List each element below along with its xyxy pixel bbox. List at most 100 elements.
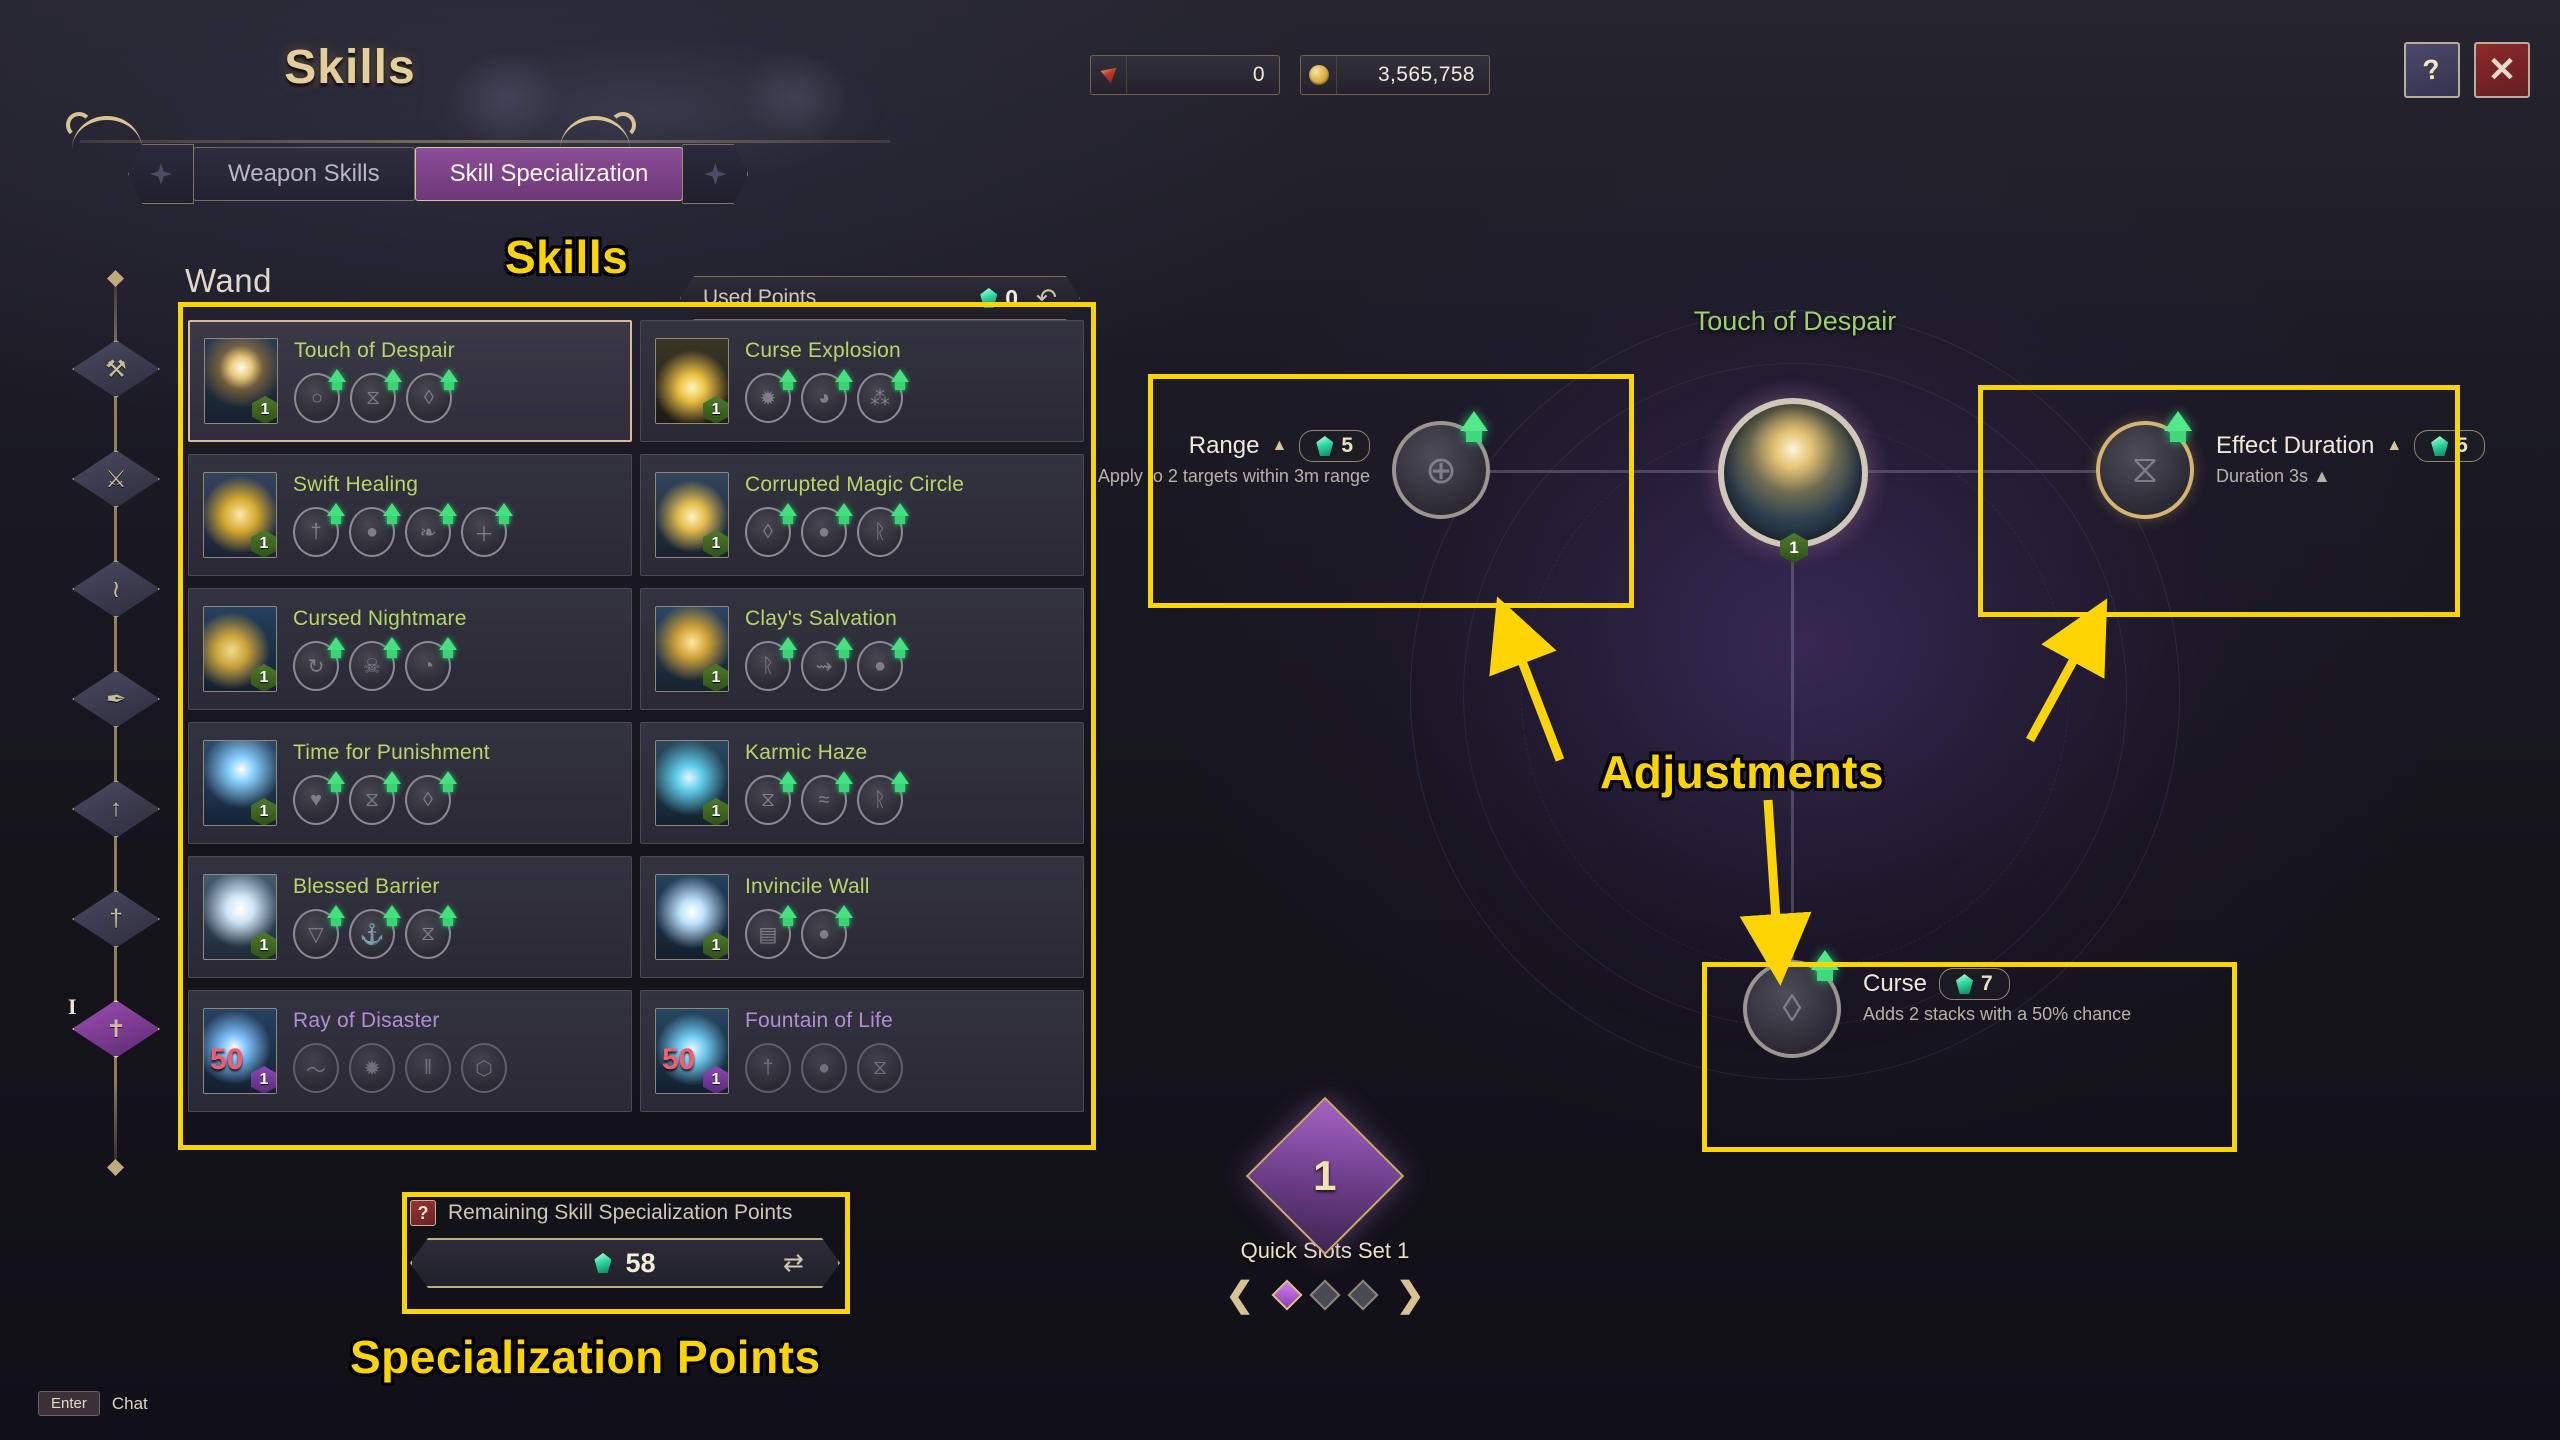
trait-slot-heart[interactable]: ♥ [293,771,345,825]
trait-slot-wall[interactable]: ▤ [745,905,797,959]
trait-slot-hourglass[interactable]: ⧖ [405,905,457,959]
upgrade-arrow-icon [891,503,909,524]
quick-slot-dot-2[interactable] [1309,1279,1341,1311]
trait-slot-curse[interactable]: ◊ [406,369,458,423]
skill-card[interactable]: 1 Invincile Wall ▤ ● [640,856,1084,978]
skill-list-panel: 1 Touch of Despair ○ ⧖ ◊ 1 Swift Healing † ● ❧ ＋ 1 C… [178,302,1096,1150]
weapon-rail-item-longbow[interactable]: ↑ [70,778,162,840]
skill-card[interactable]: 1 Corrupted Magic Circle ◊ ● ᚱ [640,454,1084,576]
quick-slot-dot-3[interactable] [1347,1279,1379,1311]
trait-slot-shadow[interactable]: ◕ [801,369,853,423]
trait-slot-hourglass[interactable]: ⧖ [349,771,401,825]
effect-duration-cost: 5 [2456,434,2468,457]
weapon-rail-item-staff[interactable]: ⚒ [70,338,162,400]
skill-body: Invincile Wall ▤ ● [745,875,1069,959]
chevron-left-icon[interactable]: ❮ [1226,1278,1255,1312]
trait-slot-skull[interactable]: ☠ [349,637,401,691]
tree-node-range-label: Range ▲ 5 Apply to 2 targets within 3m r… [1020,430,1370,487]
upgrade-arrow-icon [1811,950,1839,981]
quick-slots-badge[interactable]: 1 [1245,1096,1405,1256]
trait-slot-hourglass[interactable]: ⧖ [745,771,797,825]
skill-card[interactable]: 1 Swift Healing † ● ❧ ＋ [188,454,632,576]
trait-slot-rune[interactable]: ᚱ [745,637,797,691]
skill-body: Time for Punishment ♥ ⧖ ◊ [293,741,617,825]
skill-card[interactable]: 1 Cursed Nightmare ↻ ☠ ◔ [188,588,632,710]
trait-slot-circle[interactable]: ● [349,503,401,557]
trait-slot-hex[interactable]: ⬡ [461,1043,507,1093]
range-icon: ⊕ [1425,449,1457,492]
trait-slot-plus[interactable]: ＋ [461,503,513,557]
trait-slot-orb[interactable]: ● [801,905,853,959]
trait-slot-wave[interactable]: 〜 [293,1043,339,1093]
branch-left [1490,470,1720,473]
tree-node-range[interactable]: ⊕ [1392,411,1490,519]
trait-slot-leaf[interactable]: ❧ [405,503,457,557]
skill-icon: 1 [655,606,729,692]
trait-slot-mist[interactable]: ≈ [801,771,853,825]
skill-body: Clay's Salvation ᚱ ⇝ ● [745,607,1069,691]
chevron-right-icon[interactable]: ❯ [1396,1278,1425,1312]
skill-column-right: 1 Curse Explosion ✹ ◕ ⁂ 1 Corrupted Magic Circ… [640,320,1084,1124]
rune-icon: ᚱ [874,520,886,543]
trait-slot-ring[interactable]: ○ [294,369,346,423]
weapon-rail-item-wand[interactable]: ✝ I [68,994,162,1060]
trait-slot-cross[interactable]: † [293,503,345,557]
trait-slot-burst[interactable]: ✹ [349,1043,395,1093]
skill-card[interactable]: 1 Clay's Salvation ᚱ ⇝ ● [640,588,1084,710]
trait-slot-rune[interactable]: ᚱ [857,771,909,825]
tab-prev-cap[interactable] [128,144,194,204]
gold-coin-icon [1301,56,1337,94]
trait-slot-pillar[interactable]: ‖ [405,1043,451,1093]
skill-card[interactable]: 1 Time for Punishment ♥ ⧖ ◊ [188,722,632,844]
page-title: Skills [284,41,416,94]
tree-node-curse-label: Curse 7 Adds 2 stacks with a 50% chance [1863,968,2293,1025]
tab-weapon-skills[interactable]: Weapon Skills [193,147,415,201]
trait-slot-rune[interactable]: ᚱ [857,503,909,557]
skill-trait-row: ◊ ● ᚱ [745,503,1069,557]
skill-card[interactable]: 50 1 Ray of Disaster 〜 ✹ ‖ ⬡ [188,990,632,1112]
quick-slots-panel: 1 Quick Slots Set 1 ❮ ❯ [1150,1096,1500,1312]
trait-slot-hourglass[interactable]: ⧖ [350,369,402,423]
quick-slot-dot-1[interactable] [1271,1279,1303,1311]
trait-slot-burst[interactable]: ✹ [745,369,797,423]
trait-slot-curse[interactable]: ◊ [745,503,797,557]
weapon-rail-item-crossbow[interactable]: ✒ [70,668,162,730]
skill-card[interactable]: 1 Curse Explosion ✹ ◕ ⁂ [640,320,1084,442]
trait-slot-curse[interactable]: ◊ [405,771,457,825]
skill-name: Curse Explosion [745,339,901,362]
close-button[interactable]: ✕ [2474,42,2530,98]
trait-slot-wing[interactable]: ⇝ [801,637,853,691]
skill-card[interactable]: 50 1 Fountain of Life † ● ⧖ [640,990,1084,1112]
weapon-rail-item-daggers[interactable]: ≀ [70,558,162,620]
weapon-rail-item-greatsword[interactable]: ⚔ [70,448,162,510]
trait-slot-spiral[interactable]: ↻ [293,637,345,691]
skill-card[interactable]: 1 Touch of Despair ○ ⧖ ◊ [188,320,632,442]
skill-card[interactable]: 1 Karmic Haze ⧖ ≈ ᚱ [640,722,1084,844]
trait-slot-orb[interactable]: ● [801,503,853,557]
rail-cap-top [107,270,124,287]
trait-slot-spread[interactable]: ⁂ [857,369,909,423]
skill-card[interactable]: 1 Blessed Barrier ▽ ⚓ ⧖ [188,856,632,978]
trait-slot-ghost[interactable]: ◔ [405,637,457,691]
weapon-name-label: Wand [185,262,272,299]
wand-diamond: ✝ [72,1000,160,1058]
trait-slot-anchor[interactable]: ⚓ [349,905,401,959]
help-button[interactable]: ? [2404,42,2460,98]
trait-slot-orb[interactable]: ● [857,637,909,691]
remaining-points-help-icon[interactable]: ? [410,1200,436,1226]
tree-node-effect-duration[interactable]: ⧖ [2096,411,2194,519]
trait-slot-hourglass[interactable]: ⧖ [857,1043,903,1093]
currency-crystal-value: 0 [1252,63,1265,86]
tree-node-curse[interactable]: ◊ [1743,950,1841,1058]
upgrade-arrow-icon [327,503,345,524]
tree-center-node[interactable]: 1 [1700,380,1886,566]
skull-icon: ☠ [363,655,381,678]
trait-slot-cross[interactable]: † [745,1043,791,1093]
trait-slot-shield[interactable]: ▽ [293,905,345,959]
refresh-icon[interactable]: ⇄ [783,1248,804,1278]
trait-slot-drop[interactable]: ● [801,1043,847,1093]
weapon-rail-item-sword-shield[interactable]: † [70,888,162,950]
skill-trait-row: ○ ⧖ ◊ [294,369,616,423]
tab-skill-specialization[interactable]: Skill Specialization [414,147,684,201]
tab-next-cap[interactable] [682,144,749,204]
